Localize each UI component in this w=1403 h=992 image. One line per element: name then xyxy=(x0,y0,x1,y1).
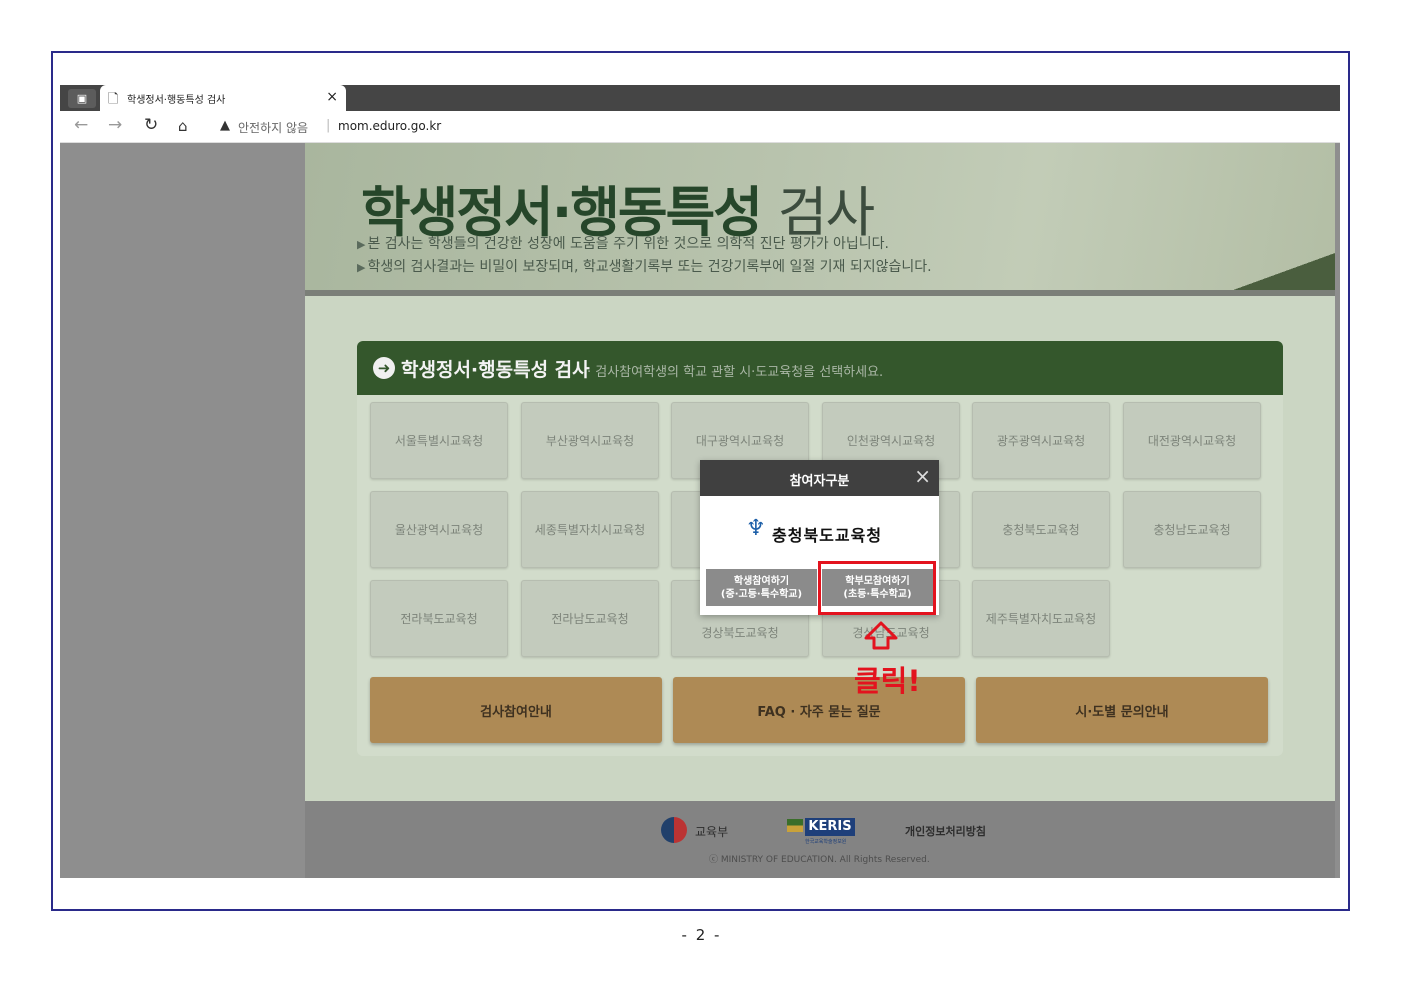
arrow-right-icon: ➜ xyxy=(373,357,395,379)
privacy-link[interactable]: 개인정보처리방침 xyxy=(905,823,986,839)
tab-title: 학생정서·행동특성 검사 xyxy=(127,95,226,106)
close-icon[interactable]: × xyxy=(914,465,931,487)
button-sublabel: (중·고등·특수학교) xyxy=(720,588,803,600)
office-button[interactable]: 서울특별시교육청 xyxy=(370,402,508,479)
ministry-name: 교육부 xyxy=(695,825,729,839)
site-footer: 교육부 KERIS 한국교육학술정보원 개인정보처리방침 ⓒ MINISTRY … xyxy=(305,801,1335,878)
notice-text: 본 검사는 학생들의 건강한 성장에 도움을 주기 위한 것으로 의학적 진단 … xyxy=(367,236,889,252)
contact-button[interactable]: 시·도별 문의안내 xyxy=(976,677,1268,743)
office-button[interactable]: 대전광역시교육청 xyxy=(1123,402,1261,479)
office-button[interactable]: 울산광역시교육청 xyxy=(370,491,508,568)
hero-divider xyxy=(305,290,1335,296)
office-button[interactable]: 부산광역시교육청 xyxy=(521,402,659,479)
panel-header: ➜ 학생정서·행동특성 검사 · 검사참여학생의 학교 관할 시·도교육청을 선… xyxy=(357,341,1283,395)
panel-subtitle: · 검사참여학생의 학교 관할 시·도교육청을 선택하세요. xyxy=(587,365,884,380)
hero-notice: ▶ 본 검사는 학생들의 건강한 성장에 도움을 주기 위한 것으로 의학적 진단… xyxy=(357,236,889,252)
warning-icon[interactable]: ▲ xyxy=(220,118,230,133)
office-button[interactable]: 광주광역시교육청 xyxy=(972,402,1110,479)
hero-notice: ▶ 학생의 검사결과는 비밀이 보장되며, 학교생활기록부 또는 건강기록부에 일… xyxy=(357,259,932,275)
keris-logo: KERIS xyxy=(805,818,855,836)
click-highlight-box xyxy=(818,561,936,615)
guide-button[interactable]: 검사참여안내 xyxy=(370,677,662,743)
address-separator: | xyxy=(326,118,331,133)
office-button[interactable]: 충청남도교육청 xyxy=(1123,491,1261,568)
new-tab-button[interactable]: + xyxy=(294,86,309,107)
browser-tab-bar: ▣ 🗋 학생정서·행동특성 검사 × + xyxy=(60,85,1340,111)
office-button[interactable]: 전라북도교육청 xyxy=(370,580,508,657)
hero-decoration xyxy=(1225,253,1335,293)
page-viewport: 학생정서·행동특성 검사 ▶ 본 검사는 학생들의 건강한 성장에 도움을 주기 … xyxy=(60,143,1340,878)
office-button[interactable]: 세종특별자치시교육청 xyxy=(521,491,659,568)
page-icon: 🗋 xyxy=(108,92,119,107)
student-participate-button[interactable]: 학생참여하기 (중·고등·특수학교) xyxy=(706,569,817,606)
click-annotation: 클릭! xyxy=(854,664,921,698)
chungbuk-emblem-icon: ♆ xyxy=(746,516,766,541)
keris-subtitle: 한국교육학술정보원 xyxy=(805,839,847,845)
office-button[interactable]: 제주특별자치도교육청 xyxy=(972,580,1110,657)
office-name: 충청북도교육청 xyxy=(772,526,883,545)
security-status[interactable]: 안전하지 않음 xyxy=(238,119,308,136)
url-field[interactable]: mom.eduro.go.kr xyxy=(338,119,441,133)
forward-icon[interactable]: → xyxy=(108,115,122,135)
keris-logo-icon xyxy=(787,819,803,832)
up-arrow-icon xyxy=(864,621,898,650)
office-button[interactable]: 충청북도교육청 xyxy=(972,491,1110,568)
faq-button[interactable]: FAQ · 자주 묻는 질문 xyxy=(673,677,965,743)
copyright: ⓒ MINISTRY OF EDUCATION. All Rights Rese… xyxy=(709,855,930,865)
panel-title: 학생정서·행동특성 검사 xyxy=(401,359,590,381)
ministry-logo-icon xyxy=(661,817,687,843)
notice-text: 학생의 검사결과는 비밀이 보장되며, 학교생활기록부 또는 건강기록부에 일절… xyxy=(367,259,932,275)
page-number: - 2 - xyxy=(681,926,722,944)
browser-tab[interactable]: 🗋 학생정서·행동특성 검사 × xyxy=(100,85,346,111)
close-icon[interactable]: × xyxy=(326,89,338,105)
office-button[interactable]: 전라남도교육청 xyxy=(521,580,659,657)
modal-header: 참여자구분 × xyxy=(700,460,939,496)
button-label: 학생참여하기 xyxy=(733,575,790,587)
hero-banner: 학생정서·행동특성 검사 ▶ 본 검사는 학생들의 건강한 성장에 도움을 주기 … xyxy=(305,143,1335,293)
back-icon[interactable]: ← xyxy=(74,115,88,135)
address-bar: ← → ↻ ⌂ ▲ 안전하지 않음 | mom.eduro.go.kr xyxy=(60,111,1340,143)
sidebar-icon[interactable]: ▣ xyxy=(68,89,96,108)
reload-icon[interactable]: ↻ xyxy=(144,115,158,135)
home-icon[interactable]: ⌂ xyxy=(178,117,188,135)
modal-title: 참여자구분 xyxy=(789,474,850,489)
